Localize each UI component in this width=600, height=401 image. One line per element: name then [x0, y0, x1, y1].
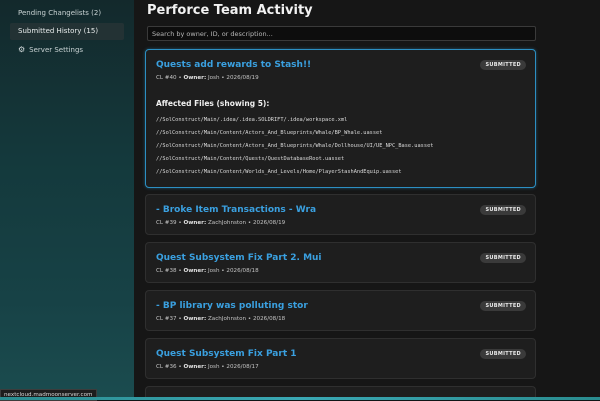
owner-label: Owner:: [183, 316, 207, 322]
changelist-meta: CL #36 • Owner: Josh • 2026/08/17: [156, 364, 259, 370]
changelist-title[interactable]: - Broke Item Transactions - Wra: [156, 205, 316, 215]
owner-name: Josh: [207, 364, 220, 370]
search-input[interactable]: [147, 26, 536, 41]
owner-label: Owner:: [183, 75, 207, 81]
meta-separator: •: [178, 364, 182, 370]
sidebar-item-submitted-history[interactable]: Submitted History (15): [10, 23, 124, 40]
changelist-date: 2026/08/17: [226, 364, 259, 370]
sidebar: Pending Changelists (2) Submitted Histor…: [0, 0, 134, 400]
changelist-card[interactable]: Quest Subsystem Fix Part 1 CL #36 • Owne…: [145, 338, 536, 379]
owner-label: Owner:: [183, 220, 207, 226]
meta-separator: •: [178, 268, 182, 274]
file-path: //SolConstruct/Main/Content/Quests/Quest…: [156, 156, 345, 162]
sidebar-item-server-settings[interactable]: ⚙ Server Settings: [10, 41, 124, 58]
changelist-card[interactable]: Quest Subsystem Fix Part 2. Mui CL #38 •…: [145, 242, 536, 283]
sidebar-item-label: Pending Changelists (2): [18, 9, 102, 17]
meta-separator: •: [221, 364, 225, 370]
owner-name: ZachJohnston: [207, 220, 247, 226]
changelist-title[interactable]: Quest Subsystem Fix Part 1: [156, 349, 297, 359]
changelist-meta: CL #38 • Owner: Josh • 2026/08/18: [156, 268, 259, 274]
owner-name: Josh: [207, 75, 220, 81]
changelist-id: CL #38: [156, 268, 177, 274]
changelist-date: 2026/08/18: [252, 316, 286, 322]
file-path: //SolConstruct/Main/Content/Actors_And_B…: [156, 130, 383, 136]
owner-name: ZachJohnston: [207, 316, 247, 322]
status-badge: SUBMITTED: [480, 253, 526, 263]
meta-separator: •: [178, 220, 182, 226]
changelist-id: CL #37: [156, 316, 177, 322]
changelist-date: 2026/08/19: [252, 220, 286, 226]
owner-label: Owner:: [183, 364, 207, 370]
owner-name: Josh: [207, 268, 220, 274]
main-content: Perforce Team Activity Quests add reward…: [134, 0, 600, 400]
meta-separator: •: [247, 220, 252, 226]
file-path: //SolConstruct/Main/Content/Actors_And_B…: [156, 143, 434, 149]
changelist-id: CL #39: [156, 220, 177, 226]
status-badge: SUBMITTED: [480, 301, 526, 311]
changelist-card[interactable]: Quests add rewards to Stash!! CL #40 • O…: [145, 49, 536, 188]
changelist-title[interactable]: Quests add rewards to Stash!!: [156, 60, 311, 70]
sidebar-item-pending-changelists[interactable]: Pending Changelists (2): [10, 5, 124, 22]
sidebar-item-label: Server Settings: [29, 46, 84, 54]
file-path: //SolConstruct/Main/Content/Worlds_And_L…: [156, 169, 402, 175]
meta-separator: •: [221, 75, 225, 81]
sidebar-item-label: Submitted History (15): [18, 27, 99, 35]
changelist-meta: CL #40 • Owner: Josh • 2026/08/19: [156, 75, 259, 81]
changelist-card[interactable]: - BP library was polluting stor CL #37 •…: [145, 290, 536, 331]
changelist-date: 2026/08/19: [226, 75, 259, 81]
meta-separator: •: [178, 75, 182, 81]
owner-label: Owner:: [183, 268, 207, 274]
changelist-title[interactable]: - BP library was polluting stor: [156, 301, 308, 311]
status-badge: SUBMITTED: [480, 60, 526, 70]
meta-separator: •: [247, 316, 252, 322]
changelist-meta: CL #39 • Owner: ZachJohnston • 2026/08/1…: [156, 220, 285, 226]
changelist-id: CL #40: [156, 75, 177, 81]
meta-separator: •: [221, 268, 225, 274]
file-path: //SolConstruct/Main/.idea/.idea.SOLDRIFT…: [156, 117, 348, 123]
status-badge: SUBMITTED: [480, 349, 526, 359]
affected-files-heading: Affected Files (showing 5):: [156, 99, 270, 108]
page-title: Perforce Team Activity: [147, 3, 313, 18]
changelist-meta: CL #37 • Owner: ZachJohnston • 2026/08/1…: [156, 316, 285, 322]
status-badge: SUBMITTED: [480, 205, 526, 215]
changelist-date: 2026/08/18: [226, 268, 259, 274]
changelist-id: CL #36: [156, 364, 177, 370]
meta-separator: •: [178, 316, 182, 322]
changelist-title[interactable]: Quest Subsystem Fix Part 2. Mui: [156, 253, 322, 263]
gear-icon: ⚙: [18, 45, 26, 54]
changelist-card[interactable]: - Broke Item Transactions - Wra CL #39 •…: [145, 194, 536, 235]
